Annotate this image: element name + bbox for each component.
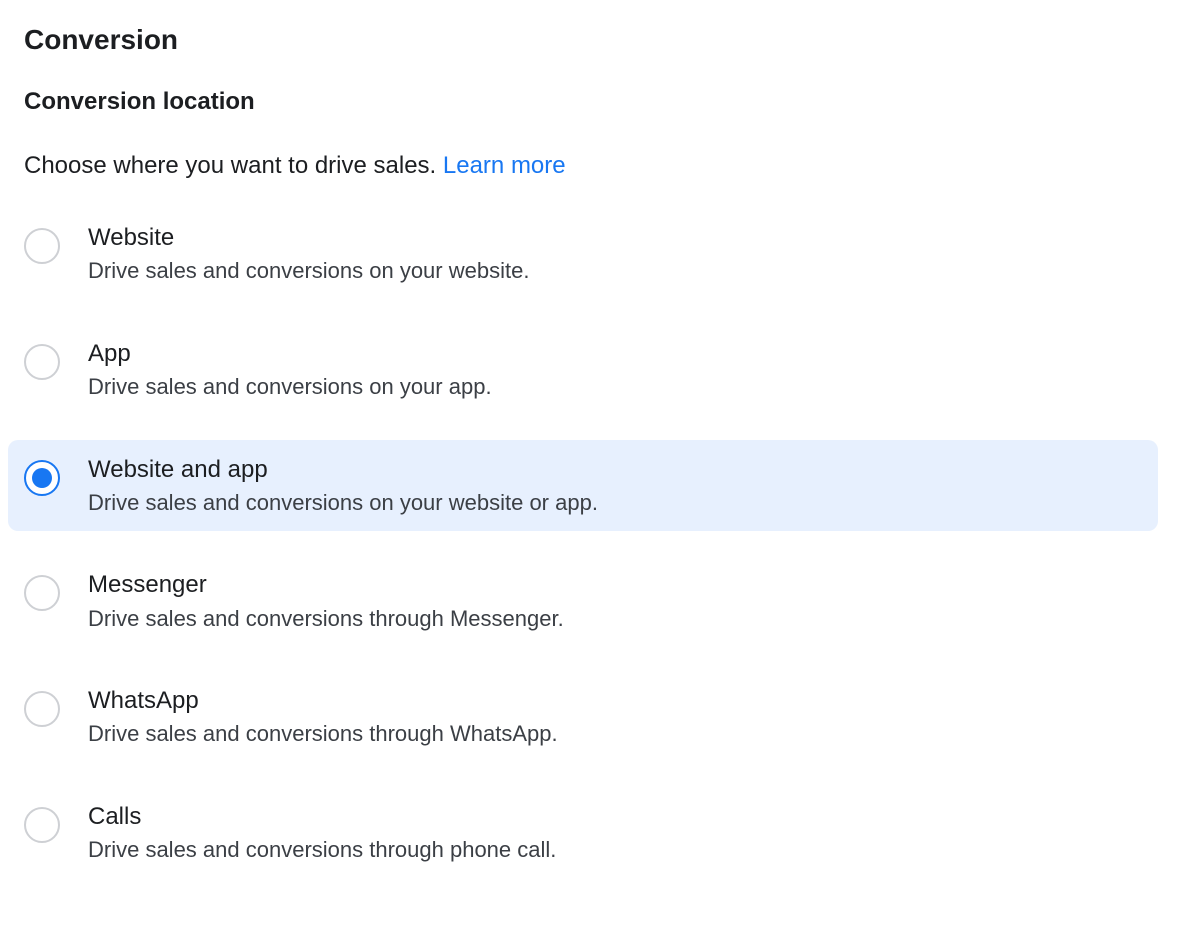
radio-icon xyxy=(24,575,60,611)
description-row: Choose where you want to drive sales. Le… xyxy=(24,152,1158,180)
radio-option-app[interactable]: App Drive sales and conversions on your … xyxy=(8,324,1158,416)
option-label: App xyxy=(88,338,492,369)
option-text: WhatsApp Drive sales and conversions thr… xyxy=(88,685,558,749)
radio-icon xyxy=(24,460,60,496)
option-description: Drive sales and conversions through phon… xyxy=(88,836,556,865)
option-label: Calls xyxy=(88,801,556,832)
option-text: Calls Drive sales and conversions throug… xyxy=(88,801,556,865)
option-description: Drive sales and conversions on your webs… xyxy=(88,257,529,286)
radio-option-calls[interactable]: Calls Drive sales and conversions throug… xyxy=(8,787,1158,879)
conversion-location-options: Website Drive sales and conversions on y… xyxy=(24,208,1158,903)
option-label: Website and app xyxy=(88,454,598,485)
option-text: App Drive sales and conversions on your … xyxy=(88,338,492,402)
radio-option-whatsapp[interactable]: WhatsApp Drive sales and conversions thr… xyxy=(8,671,1158,763)
learn-more-link[interactable]: Learn more xyxy=(443,152,566,179)
option-label: Website xyxy=(88,222,529,253)
radio-option-website[interactable]: Website Drive sales and conversions on y… xyxy=(8,208,1158,300)
option-description: Drive sales and conversions through Mess… xyxy=(88,605,564,634)
radio-icon xyxy=(24,691,60,727)
radio-option-messenger[interactable]: Messenger Drive sales and conversions th… xyxy=(8,555,1158,647)
radio-icon xyxy=(24,228,60,264)
option-description: Drive sales and conversions on your webs… xyxy=(88,489,598,518)
option-text: Website Drive sales and conversions on y… xyxy=(88,222,529,286)
option-description: Drive sales and conversions through What… xyxy=(88,720,558,749)
radio-icon xyxy=(24,807,60,843)
option-text: Website and app Drive sales and conversi… xyxy=(88,454,598,518)
description-text: Choose where you want to drive sales. xyxy=(24,152,443,179)
radio-icon xyxy=(24,344,60,380)
section-title: Conversion xyxy=(24,24,1158,56)
option-label: WhatsApp xyxy=(88,685,558,716)
option-label: Messenger xyxy=(88,569,564,600)
subsection-title: Conversion location xyxy=(24,88,1158,116)
radio-option-website-and-app[interactable]: Website and app Drive sales and conversi… xyxy=(8,440,1158,532)
option-description: Drive sales and conversions on your app. xyxy=(88,373,492,402)
option-text: Messenger Drive sales and conversions th… xyxy=(88,569,564,633)
